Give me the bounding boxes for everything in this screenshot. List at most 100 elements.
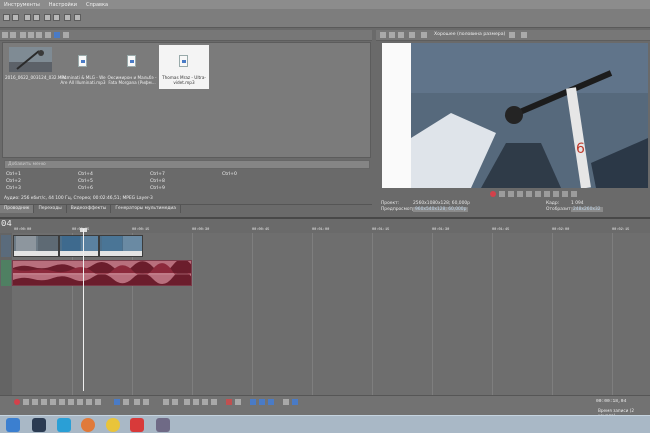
envelope-tool-icon[interactable] bbox=[123, 399, 129, 405]
video-clip[interactable] bbox=[99, 235, 143, 257]
preview-settings-icon[interactable] bbox=[380, 32, 386, 38]
next-frame-icon[interactable] bbox=[571, 191, 577, 197]
delete-icon[interactable] bbox=[36, 32, 42, 38]
pan-crop-icon[interactable] bbox=[292, 399, 298, 405]
crossfade-icon[interactable] bbox=[250, 399, 256, 405]
cut-icon[interactable] bbox=[64, 14, 71, 21]
stop-icon[interactable] bbox=[59, 399, 65, 405]
vegas-icon[interactable] bbox=[156, 418, 170, 432]
clip-label-bar bbox=[14, 251, 58, 256]
shortcut-label: Ctrl+4 bbox=[78, 172, 93, 177]
grouping-icon[interactable] bbox=[259, 399, 265, 405]
copy-snapshot-icon[interactable] bbox=[521, 32, 527, 38]
video-clip[interactable] bbox=[13, 235, 59, 257]
go-end-icon[interactable] bbox=[553, 191, 559, 197]
audio-file-icon bbox=[127, 55, 136, 67]
overlays-icon[interactable] bbox=[509, 32, 515, 38]
render-icon[interactable] bbox=[33, 14, 40, 21]
fx-icon[interactable] bbox=[398, 32, 404, 38]
audio-clip[interactable] bbox=[12, 260, 192, 286]
project-info: Проект: 2560x1080x128; 60,000p Предпросм… bbox=[381, 201, 649, 215]
media-item[interactable]: Illuminati & MLG - We Are All Illuminati… bbox=[58, 45, 108, 89]
shortcut-label: Ctrl+6 bbox=[78, 186, 93, 191]
menu-bar: Инструменты Настройки Справка bbox=[0, 0, 650, 9]
up-folder-icon[interactable] bbox=[20, 32, 26, 38]
auto-ripple-icon[interactable] bbox=[235, 399, 241, 405]
record-icon[interactable] bbox=[14, 399, 20, 405]
redo-icon[interactable] bbox=[143, 399, 149, 405]
views-icon[interactable] bbox=[54, 32, 60, 38]
normal-edit-tool-icon[interactable] bbox=[114, 399, 120, 405]
frame-label: Кадр: bbox=[546, 201, 560, 206]
browser-icon[interactable] bbox=[81, 418, 95, 432]
playhead-cursor[interactable] bbox=[83, 229, 84, 391]
media-item[interactable]: Оксимирон и Мальбэ - Fata Morgana (Рифм.… bbox=[107, 45, 157, 89]
prev-frame-icon[interactable] bbox=[86, 399, 92, 405]
media-item-selected[interactable]: Thomas Mraz - Ultra-videt.mp3 bbox=[159, 45, 209, 89]
pause-icon[interactable] bbox=[50, 399, 56, 405]
start-icon[interactable] bbox=[6, 418, 20, 432]
steam-icon[interactable] bbox=[32, 418, 46, 432]
play-icon[interactable] bbox=[41, 399, 47, 405]
tab-explorer[interactable]: Проводник bbox=[0, 205, 35, 213]
back-icon[interactable] bbox=[2, 32, 8, 38]
go-start-icon[interactable] bbox=[544, 191, 550, 197]
preview-letterbox bbox=[382, 43, 411, 188]
pause-icon[interactable] bbox=[526, 191, 532, 197]
trim-icon[interactable] bbox=[172, 399, 178, 405]
media-item-caption: 2016_0622_003124_032.MP4 bbox=[5, 75, 67, 80]
new-project-icon[interactable] bbox=[3, 14, 10, 21]
event-fx-icon[interactable] bbox=[268, 399, 274, 405]
video-track-header[interactable] bbox=[1, 235, 11, 257]
auto-preview-icon[interactable] bbox=[63, 32, 69, 38]
loop-icon[interactable] bbox=[23, 399, 29, 405]
svg-text:6: 6 bbox=[576, 141, 585, 157]
loop-icon[interactable] bbox=[499, 191, 505, 197]
video-clip[interactable] bbox=[59, 235, 99, 257]
clip-thumbnail bbox=[16, 236, 36, 252]
open-icon[interactable] bbox=[12, 14, 19, 21]
tab-media-generators[interactable]: Генераторы мультимедиа bbox=[111, 205, 181, 213]
tab-transitions[interactable]: Переходы bbox=[34, 205, 67, 213]
menu-item-tools[interactable]: Инструменты bbox=[4, 2, 40, 8]
play-from-start-icon[interactable] bbox=[32, 399, 38, 405]
go-end-icon[interactable] bbox=[77, 399, 83, 405]
split-icon[interactable] bbox=[184, 399, 190, 405]
menu-item-settings[interactable]: Настройки bbox=[49, 2, 77, 8]
lock-icon[interactable] bbox=[193, 399, 199, 405]
chrome-icon[interactable] bbox=[106, 418, 120, 432]
tab-video-fx[interactable]: Видеоэффекты bbox=[67, 205, 112, 213]
audio-track-header[interactable] bbox=[1, 260, 11, 286]
delete-icon[interactable] bbox=[163, 399, 169, 405]
preview-device-icon[interactable] bbox=[389, 32, 395, 38]
forward-icon[interactable] bbox=[10, 32, 16, 38]
quality-icon[interactable] bbox=[421, 32, 427, 38]
loop-region-icon[interactable] bbox=[283, 399, 289, 405]
clip-label-bar bbox=[100, 251, 142, 256]
preview-quality-select[interactable]: Хорошее (половина размера) bbox=[434, 32, 505, 37]
go-start-icon[interactable] bbox=[68, 399, 74, 405]
play-icon[interactable] bbox=[508, 191, 514, 197]
undo-icon[interactable] bbox=[134, 399, 140, 405]
timeline-time-display: 00:00:18,04 bbox=[596, 399, 627, 404]
snapping-icon[interactable] bbox=[226, 399, 232, 405]
record-icon[interactable] bbox=[490, 191, 496, 197]
split-screen-icon[interactable] bbox=[409, 32, 415, 38]
refresh-icon[interactable] bbox=[28, 32, 34, 38]
marker-icon[interactable] bbox=[202, 399, 208, 405]
undo-icon[interactable] bbox=[44, 14, 51, 21]
redo-icon[interactable] bbox=[53, 14, 60, 21]
import-icon[interactable] bbox=[45, 32, 51, 38]
stop-icon[interactable] bbox=[535, 191, 541, 197]
menu-item-help[interactable]: Справка bbox=[86, 2, 108, 8]
media-item[interactable]: 2016_0622_003124_032.MP4 bbox=[5, 45, 67, 89]
properties-icon[interactable] bbox=[74, 14, 81, 21]
save-icon[interactable] bbox=[24, 14, 31, 21]
yandex-icon[interactable] bbox=[130, 418, 144, 432]
next-frame-icon[interactable] bbox=[95, 399, 101, 405]
region-icon[interactable] bbox=[211, 399, 217, 405]
skype-icon[interactable] bbox=[57, 418, 71, 432]
play-from-start-icon[interactable] bbox=[517, 191, 523, 197]
prev-frame-icon[interactable] bbox=[562, 191, 568, 197]
search-input[interactable]: Добавить меню bbox=[4, 160, 370, 169]
